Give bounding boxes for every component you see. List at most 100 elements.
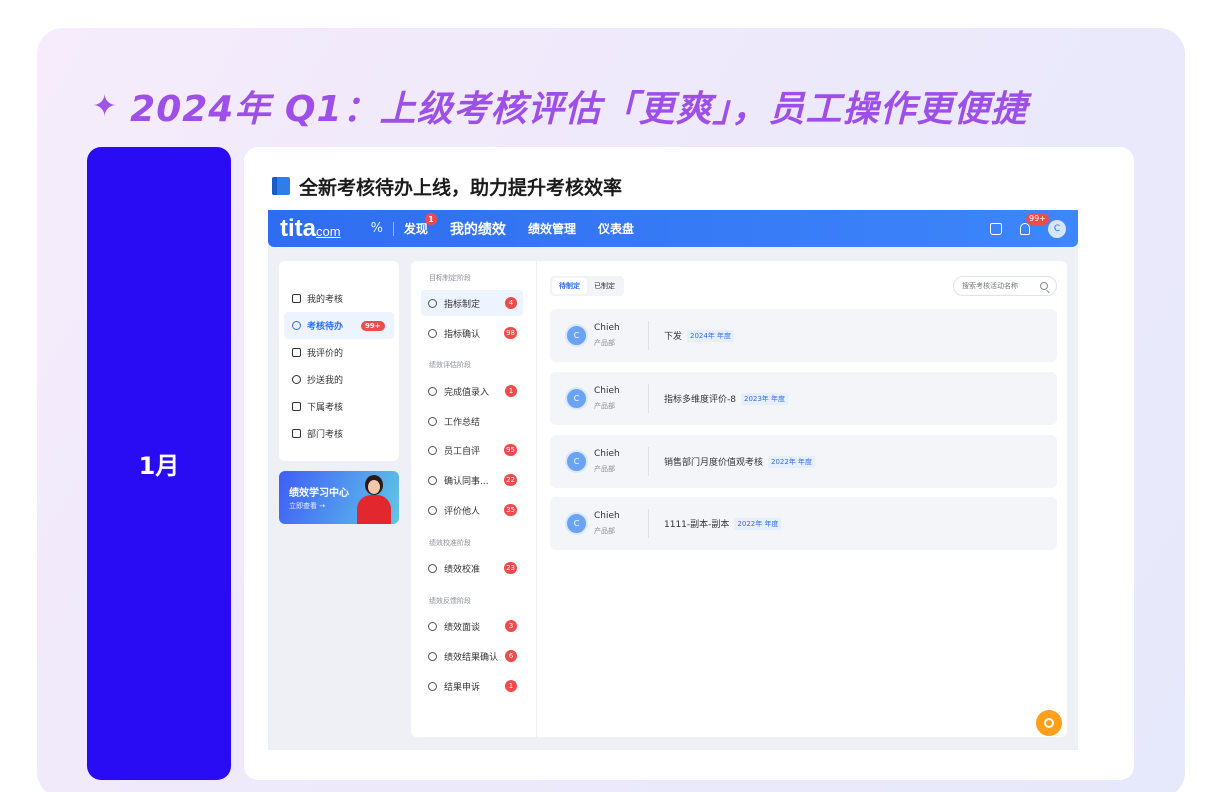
- tab-done[interactable]: 已制定: [587, 278, 622, 294]
- stage-item-label: 指标制定: [444, 299, 481, 310]
- count-badge: 98: [504, 327, 517, 339]
- card-title-text: 全新考核待办上线，助力提升考核效率: [299, 176, 623, 199]
- stage-label: 目标制定阶段: [429, 274, 471, 282]
- stage-item-indicator-confirm[interactable]: 指标确认 98: [421, 320, 523, 346]
- nav-discover-badge: 1: [424, 213, 437, 225]
- count-badge: 22: [504, 474, 517, 486]
- avatar: C: [565, 450, 588, 473]
- task-card[interactable]: C Chieh 产品部 1111-副本-副本 2022年 年度: [550, 497, 1057, 550]
- menu-subordinate-review[interactable]: 下属考核: [284, 393, 394, 420]
- stage-label: 绩效反馈阶段: [429, 597, 471, 605]
- stage-item-label: 评价他人: [444, 506, 481, 517]
- stage-item-label: 绩效结果确认: [444, 652, 499, 663]
- book-icon: [271, 176, 291, 196]
- menu-my-evaluations[interactable]: 我评价的: [284, 339, 394, 366]
- stage-item-self-review[interactable]: 员工自评 95: [421, 437, 523, 463]
- avatar: C: [565, 512, 588, 535]
- pen-icon: [428, 298, 437, 308]
- left-menu: 我的考核 考核待办 99+ 我评价的 抄送我的 下属考核 部门考核: [279, 261, 399, 461]
- menu-label: 我的考核: [307, 295, 344, 305]
- menu-cc-me[interactable]: 抄送我的: [284, 366, 394, 393]
- task-list-panel: 待制定 已制定 C Chieh 产品部 下发 2024年 年度 C Chieh 产…: [537, 261, 1067, 737]
- stage-item-interview[interactable]: 绩效面谈 3: [421, 613, 523, 639]
- card-title: 全新考核待办上线，助力提升考核效率: [271, 173, 622, 199]
- notification-badge: 99+: [1026, 212, 1049, 225]
- nav-divider: [392, 221, 394, 236]
- count-badge: 35: [504, 504, 517, 516]
- stage-item-label: 工作总结: [444, 417, 481, 428]
- menu-review-todo[interactable]: 考核待办 99+: [284, 312, 394, 339]
- percent-icon[interactable]: %: [371, 221, 383, 236]
- task-card[interactable]: C Chieh 产品部 指标多维度评价-8 2023年 年度: [550, 372, 1057, 425]
- task-owner: Chieh: [594, 323, 620, 333]
- stage-item-calibration[interactable]: 绩效校准 23: [421, 555, 523, 581]
- stage-item-indicator-setting[interactable]: 指标制定 4: [421, 290, 523, 316]
- check-circle-icon: [428, 651, 437, 661]
- logo-main: tita: [280, 214, 316, 242]
- stage-item-work-summary[interactable]: 工作总结: [421, 408, 523, 434]
- task-dept: 产品部: [594, 339, 615, 347]
- hierarchy-icon: [292, 402, 301, 411]
- stage-menu: 目标制定阶段 指标制定 4 指标确认 98 绩效评估阶段 完成值录入 1 工作总结 员…: [411, 261, 537, 737]
- tab-pending[interactable]: 待制定: [552, 278, 587, 294]
- nav-dashboard[interactable]: 仪表盘: [598, 220, 634, 237]
- task-title: 销售部门月度价值观考核 2022年 年度: [664, 455, 816, 468]
- task-dept: 产品部: [594, 527, 615, 535]
- menu-label: 部门考核: [307, 430, 344, 440]
- stage-item-value-entry[interactable]: 完成值录入 1: [421, 378, 523, 404]
- promo-link[interactable]: 立即查看 →: [289, 501, 325, 511]
- people-icon: [428, 475, 437, 485]
- task-dept: 产品部: [594, 465, 615, 473]
- home-icon[interactable]: [990, 222, 1002, 235]
- stage-item-result-confirm[interactable]: 绩效结果确认 6: [421, 643, 523, 669]
- stage-item-label: 指标确认: [444, 329, 481, 340]
- stage-item-label: 绩效校准: [444, 564, 481, 575]
- count-badge: 1: [505, 680, 517, 692]
- menu-label: 考核待办: [307, 322, 344, 332]
- task-title-text: 指标多维度评价-8: [664, 395, 736, 405]
- search-input[interactable]: [962, 282, 1038, 290]
- people-icon: [292, 375, 301, 384]
- stage-item-appeal[interactable]: 结果申诉 1: [421, 673, 523, 699]
- stage-label: 绩效评估阶段: [429, 361, 471, 369]
- stage-item-label: 员工自评: [444, 446, 481, 457]
- support-chat-button[interactable]: [1036, 710, 1062, 736]
- pen-icon: [292, 348, 301, 357]
- search-icon[interactable]: [1040, 282, 1048, 290]
- task-card[interactable]: C Chieh 产品部 销售部门月度价值观考核 2022年 年度: [550, 435, 1057, 488]
- task-title-text: 销售部门月度价值观考核: [664, 458, 764, 468]
- stage-item-label: 完成值录入: [444, 387, 490, 398]
- stage-item-confirm-colleague[interactable]: 确认同事... 22: [421, 467, 523, 493]
- menu-department-review[interactable]: 部门考核: [284, 420, 394, 447]
- user-avatar[interactable]: C: [1048, 219, 1066, 238]
- menu-my-review[interactable]: 我的考核: [284, 285, 394, 312]
- divider: [648, 509, 649, 538]
- learning-center-banner[interactable]: 绩效学习中心 立即查看 →: [279, 471, 399, 524]
- task-owner: Chieh: [594, 511, 620, 521]
- org-chart-icon: [292, 429, 301, 438]
- nav-my-performance[interactable]: 我的绩效: [450, 219, 506, 239]
- stage-item-label: 结果申诉: [444, 682, 481, 693]
- avatar: C: [565, 324, 588, 347]
- edit-icon: [428, 386, 437, 396]
- nav-discover[interactable]: 发现 1: [403, 213, 437, 237]
- count-badge: 6: [505, 650, 517, 662]
- notification-button[interactable]: 99+: [1020, 212, 1049, 235]
- nav-discover-label: 发现: [403, 222, 428, 236]
- stage-item-evaluate-others[interactable]: 评价他人 35: [421, 497, 523, 523]
- target-icon: [428, 563, 437, 573]
- year-tag: 2023年 年度: [740, 392, 789, 405]
- stage-label: 绩效校准阶段: [429, 539, 471, 547]
- month-label: 1月: [138, 452, 180, 480]
- task-owner: Chieh: [594, 386, 620, 396]
- tita-logo[interactable]: titacom: [280, 214, 341, 242]
- month-card: 1月: [87, 147, 231, 780]
- logo-sub: com: [316, 223, 341, 239]
- nav-performance-management[interactable]: 绩效管理: [528, 220, 576, 237]
- chat-icon: [428, 621, 437, 631]
- support-icon: [1044, 718, 1054, 728]
- document-icon: [292, 294, 301, 303]
- task-card[interactable]: C Chieh 产品部 下发 2024年 年度: [550, 309, 1057, 362]
- app-screenshot: titacom % 发现 1 我的绩效 绩效管理 仪表盘 99+ C 我的考核 考…: [268, 210, 1078, 750]
- question-icon: [428, 681, 437, 691]
